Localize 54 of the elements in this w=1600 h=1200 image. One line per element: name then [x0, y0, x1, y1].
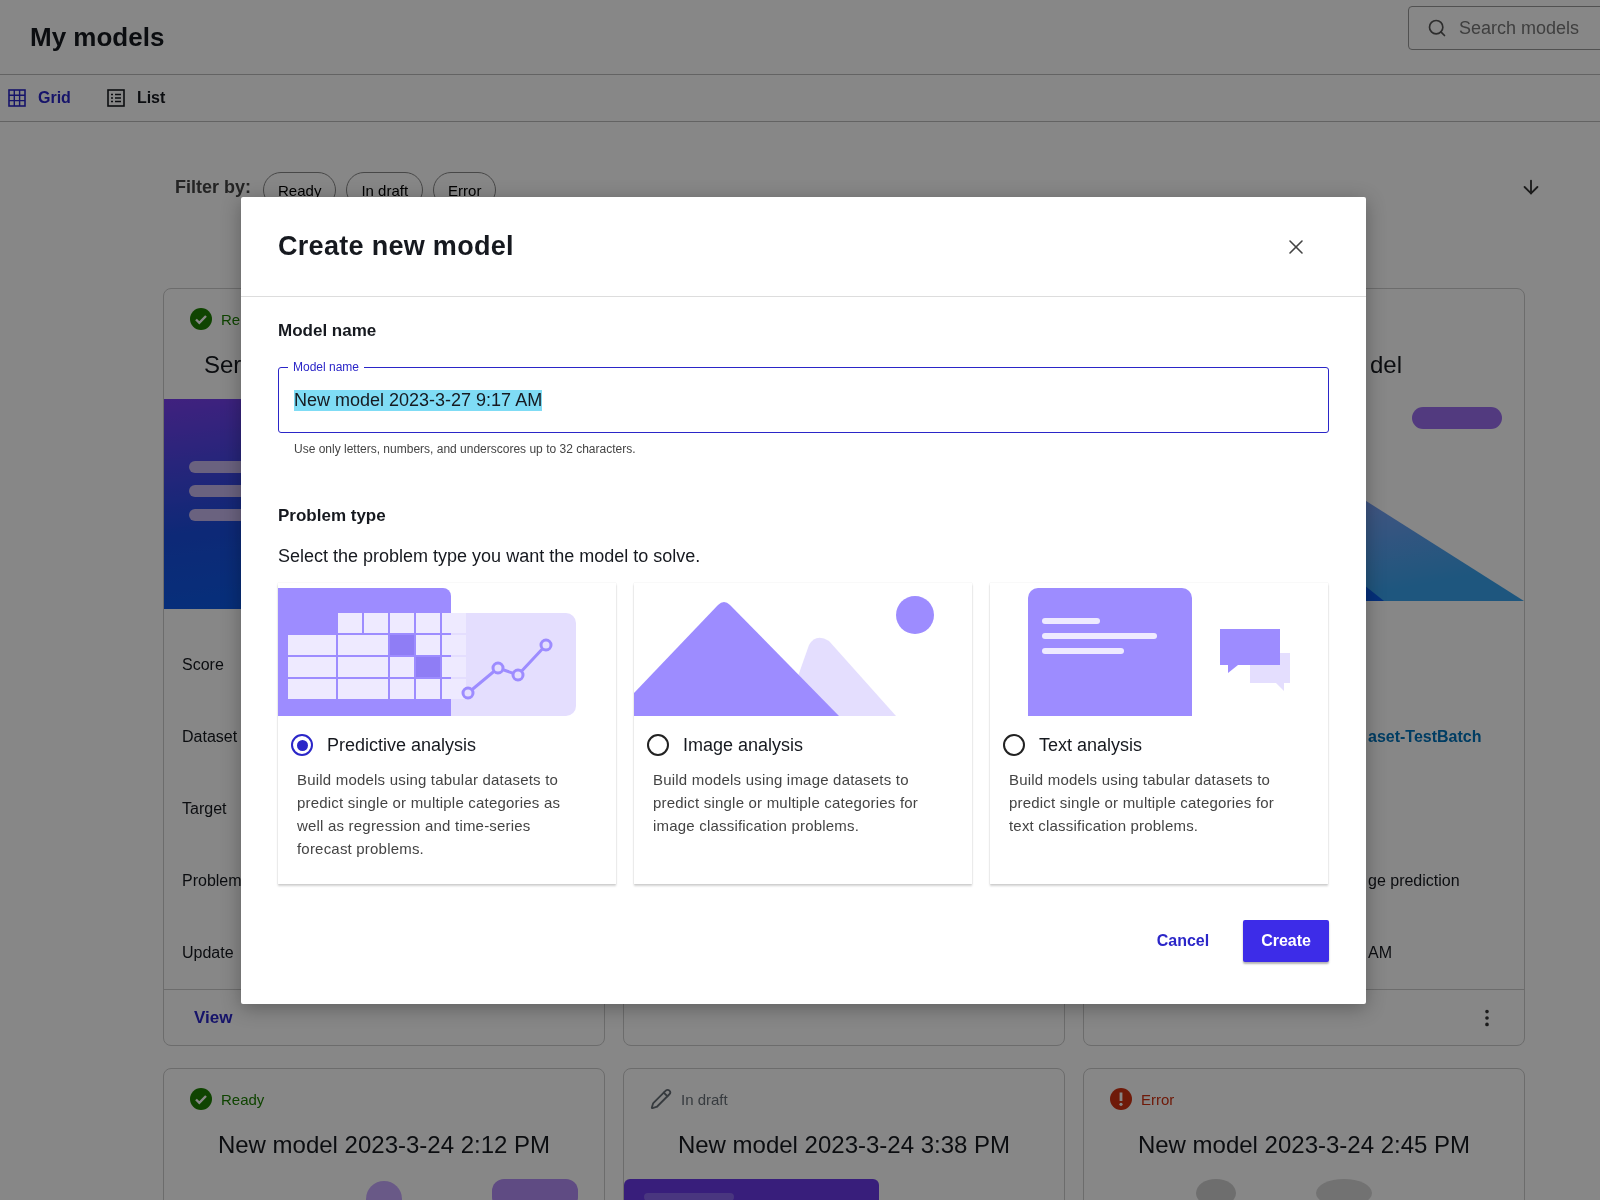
dialog-title: Create new model	[278, 231, 514, 262]
model-title: New model 2023-3-24 3:38 PM	[677, 1131, 1011, 1158]
dataset-link[interactable]: aset-TestBatch	[1368, 728, 1482, 746]
option-label: Image analysis	[683, 734, 804, 756]
model-title: New model 2023-3-24 2:45 PM	[1137, 1131, 1471, 1158]
field-hint: Use only letters, numbers, and underscores up to 32 characters.	[293, 442, 637, 456]
model-title: del	[1370, 351, 1403, 378]
data-point	[539, 638, 553, 652]
field-label: Target	[182, 800, 227, 818]
grid-icon	[8, 89, 26, 107]
view-tab[interactable]: Grid	[8, 89, 71, 107]
problem-type-card[interactable]: Predictive analysis Build models using tabular datasets to predict single or multiple categories as well as regression and time-series forecast problems.	[278, 583, 616, 884]
filter-label: Filter by:	[175, 176, 251, 198]
cancel-button[interactable]: Cancel	[1156, 920, 1210, 962]
status-label: In draft	[681, 1090, 728, 1108]
status-label: Re	[221, 310, 241, 328]
section-description: Select the problem type you want the model to solve.	[278, 546, 702, 567]
data-point	[461, 686, 475, 700]
field-label: Problem	[182, 872, 242, 890]
section-heading: Model name	[278, 321, 378, 341]
status-label: Error	[1141, 1090, 1175, 1108]
option-description: Build models using image datasets to predict single or multiple categories for image classification problems.	[652, 770, 919, 836]
radio-button[interactable]	[1003, 734, 1025, 756]
radio-button[interactable]	[647, 734, 669, 756]
data-point	[511, 668, 525, 682]
field-label: Dataset	[182, 728, 238, 746]
field-value: ge prediction	[1368, 872, 1460, 890]
check-circle-icon	[190, 308, 212, 330]
option-label: Text analysis	[1039, 734, 1143, 756]
search-icon	[1427, 18, 1447, 38]
check-circle-icon	[190, 1088, 212, 1110]
section-heading: Problem type	[278, 506, 387, 526]
data-point	[491, 661, 505, 675]
error-icon	[1110, 1088, 1132, 1110]
radio-button[interactable]	[291, 734, 313, 756]
model-name-field[interactable]: Model name New model 2023-3-27 9:17 AM	[278, 358, 1329, 433]
page-title: My models	[30, 21, 165, 53]
problem-type-card[interactable]: Image analysis Build models using image datasets to predict single or multiple categories for image classification problems.	[634, 583, 972, 884]
pencil-icon	[650, 1088, 672, 1110]
list-icon	[106, 89, 125, 107]
field-label: Score	[182, 656, 224, 674]
option-description: Build models using tabular datasets to predict single or multiple categories as well as regression and time-series forecast problems.	[296, 770, 562, 859]
create-button[interactable]: Create	[1243, 920, 1329, 962]
search-field[interactable]: Search models	[1408, 6, 1600, 50]
model-title: New model 2023-3-24 2:12 PM	[217, 1131, 551, 1158]
view-tab[interactable]: List	[106, 89, 166, 107]
view-link[interactable]: View	[194, 1007, 233, 1028]
option-label: Predictive analysis	[327, 734, 477, 756]
status-label: Ready	[221, 1090, 265, 1108]
problem-type-card[interactable]: Text analysis Build models using tabular datasets to predict single or multiple categories for text classification problems.	[990, 583, 1328, 884]
option-description: Build models using tabular datasets to predict single or multiple categories for text classification problems.	[1008, 770, 1275, 836]
model-title: Ser	[204, 351, 242, 378]
field-label: Update	[182, 944, 234, 962]
field-value: AM	[1368, 944, 1392, 962]
